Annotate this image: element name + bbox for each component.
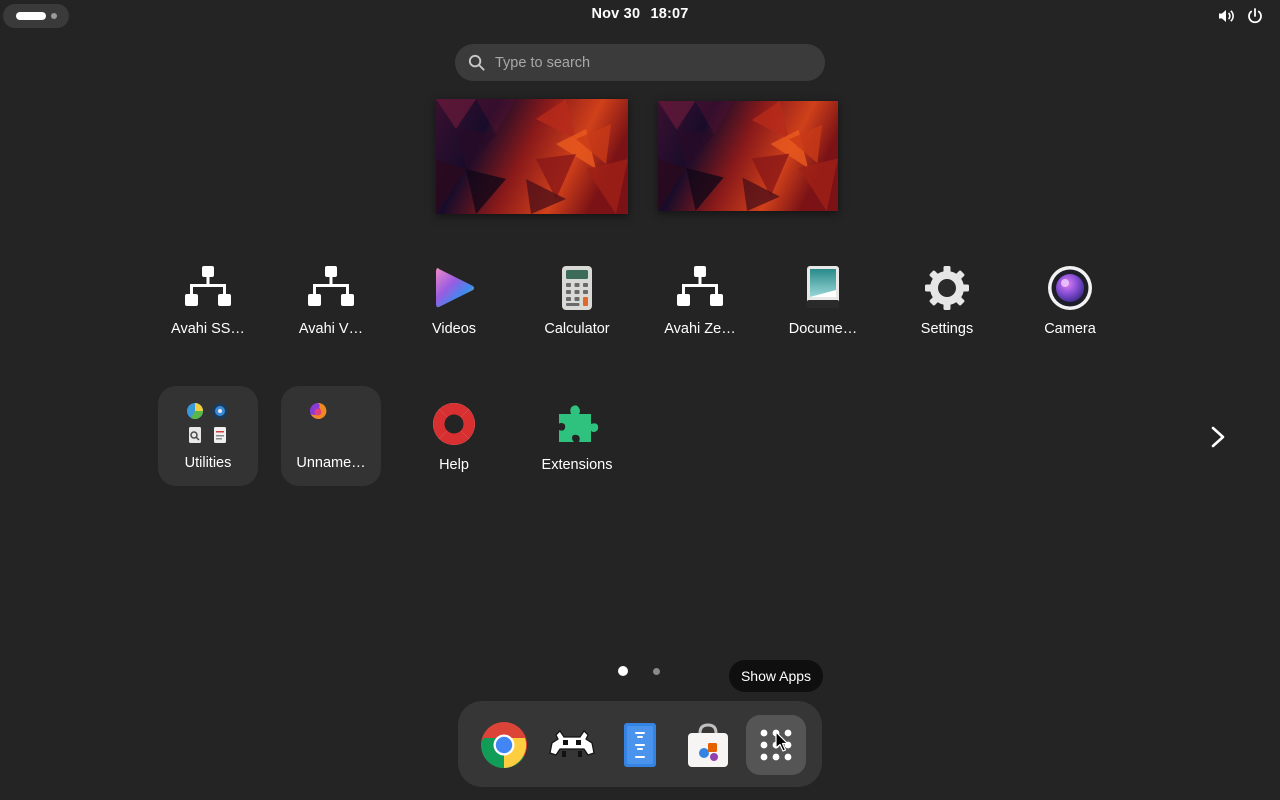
firefox-icon bbox=[310, 402, 327, 419]
app-document-scanner[interactable]: Docume… bbox=[773, 258, 873, 358]
activities-button[interactable] bbox=[3, 4, 69, 28]
workspace-thumbnail-1[interactable] bbox=[436, 99, 628, 214]
app-avahi-ssh[interactable]: Avahi SS… bbox=[158, 258, 258, 358]
document-scanner-icon bbox=[807, 266, 839, 308]
app-avahi-vnc[interactable]: Avahi V… bbox=[281, 258, 381, 358]
text-editor-icon bbox=[624, 723, 656, 767]
app-label: Docume… bbox=[788, 321, 858, 337]
power-icon[interactable] bbox=[1245, 6, 1265, 26]
software-icon bbox=[688, 723, 728, 767]
wallpaper-image bbox=[436, 99, 628, 214]
system-monitor-icon bbox=[212, 403, 228, 419]
chevron-right-icon[interactable] bbox=[1204, 423, 1232, 451]
app-settings[interactable]: Settings bbox=[897, 258, 997, 358]
app-extensions[interactable]: Extensions bbox=[527, 394, 627, 494]
app-label: Extensions bbox=[541, 457, 613, 473]
folder-utilities[interactable]: Utilities bbox=[158, 386, 258, 486]
network-icon bbox=[185, 266, 231, 306]
dash-item-text-editor[interactable] bbox=[610, 715, 670, 775]
app-label: Camera bbox=[1044, 321, 1096, 337]
dash bbox=[458, 701, 822, 787]
clock-time: 18:07 bbox=[650, 6, 689, 22]
videos-icon bbox=[436, 268, 474, 308]
lifebuoy-icon bbox=[433, 403, 475, 445]
app-label: Calculator bbox=[544, 321, 610, 337]
search-icon bbox=[468, 54, 485, 71]
folder-unnamed[interactable]: Unname… bbox=[281, 386, 381, 486]
app-label: Videos bbox=[431, 321, 477, 337]
app-label: Avahi SS… bbox=[171, 321, 245, 337]
clock[interactable]: Nov 30 18:07 bbox=[540, 6, 740, 26]
chrome-icon bbox=[481, 722, 527, 769]
gear-icon bbox=[925, 266, 969, 310]
puzzle-icon bbox=[559, 405, 599, 442]
search-input[interactable] bbox=[495, 44, 805, 81]
dash-item-retroarch[interactable] bbox=[542, 715, 602, 775]
app-help[interactable]: Help bbox=[404, 394, 504, 494]
app-label: Utilities bbox=[184, 455, 232, 471]
network-icon bbox=[677, 266, 723, 306]
top-bar: Nov 30 18:07 bbox=[0, 0, 1280, 32]
workspace-indicator-active bbox=[16, 12, 46, 20]
app-label: Avahi V… bbox=[298, 321, 364, 337]
network-icon bbox=[308, 266, 354, 306]
page-indicator-1[interactable] bbox=[618, 666, 628, 676]
app-label: Settings bbox=[920, 321, 974, 337]
workspace-indicator-inactive bbox=[51, 13, 57, 19]
app-videos[interactable]: Videos bbox=[404, 258, 504, 358]
disk-usage-icon bbox=[187, 403, 204, 420]
page-indicator-2[interactable] bbox=[653, 668, 660, 675]
volume-icon[interactable] bbox=[1216, 6, 1236, 26]
dash-item-software[interactable] bbox=[678, 715, 738, 775]
retroarch-icon bbox=[549, 730, 595, 757]
search-bar[interactable] bbox=[455, 44, 825, 81]
clock-date: Nov 30 bbox=[591, 6, 641, 22]
document-viewer-icon bbox=[189, 427, 201, 443]
calculator-icon bbox=[562, 266, 592, 310]
app-label: Avahi Ze… bbox=[664, 321, 736, 337]
app-avahi-zeroconf[interactable]: Avahi Ze… bbox=[650, 258, 750, 358]
app-calculator[interactable]: Calculator bbox=[527, 258, 627, 358]
app-camera[interactable]: Camera bbox=[1020, 258, 1120, 358]
mouse-pointer-icon bbox=[775, 731, 789, 752]
wallpaper-image bbox=[658, 101, 838, 211]
logs-icon bbox=[214, 427, 226, 443]
workspace-thumbnail-2[interactable] bbox=[658, 101, 838, 211]
app-label: Unname… bbox=[296, 455, 366, 471]
show-apps-tooltip: Show Apps bbox=[729, 660, 823, 692]
camera-icon bbox=[1048, 266, 1092, 310]
app-label: Help bbox=[439, 457, 469, 473]
dash-item-chrome[interactable] bbox=[474, 715, 534, 775]
